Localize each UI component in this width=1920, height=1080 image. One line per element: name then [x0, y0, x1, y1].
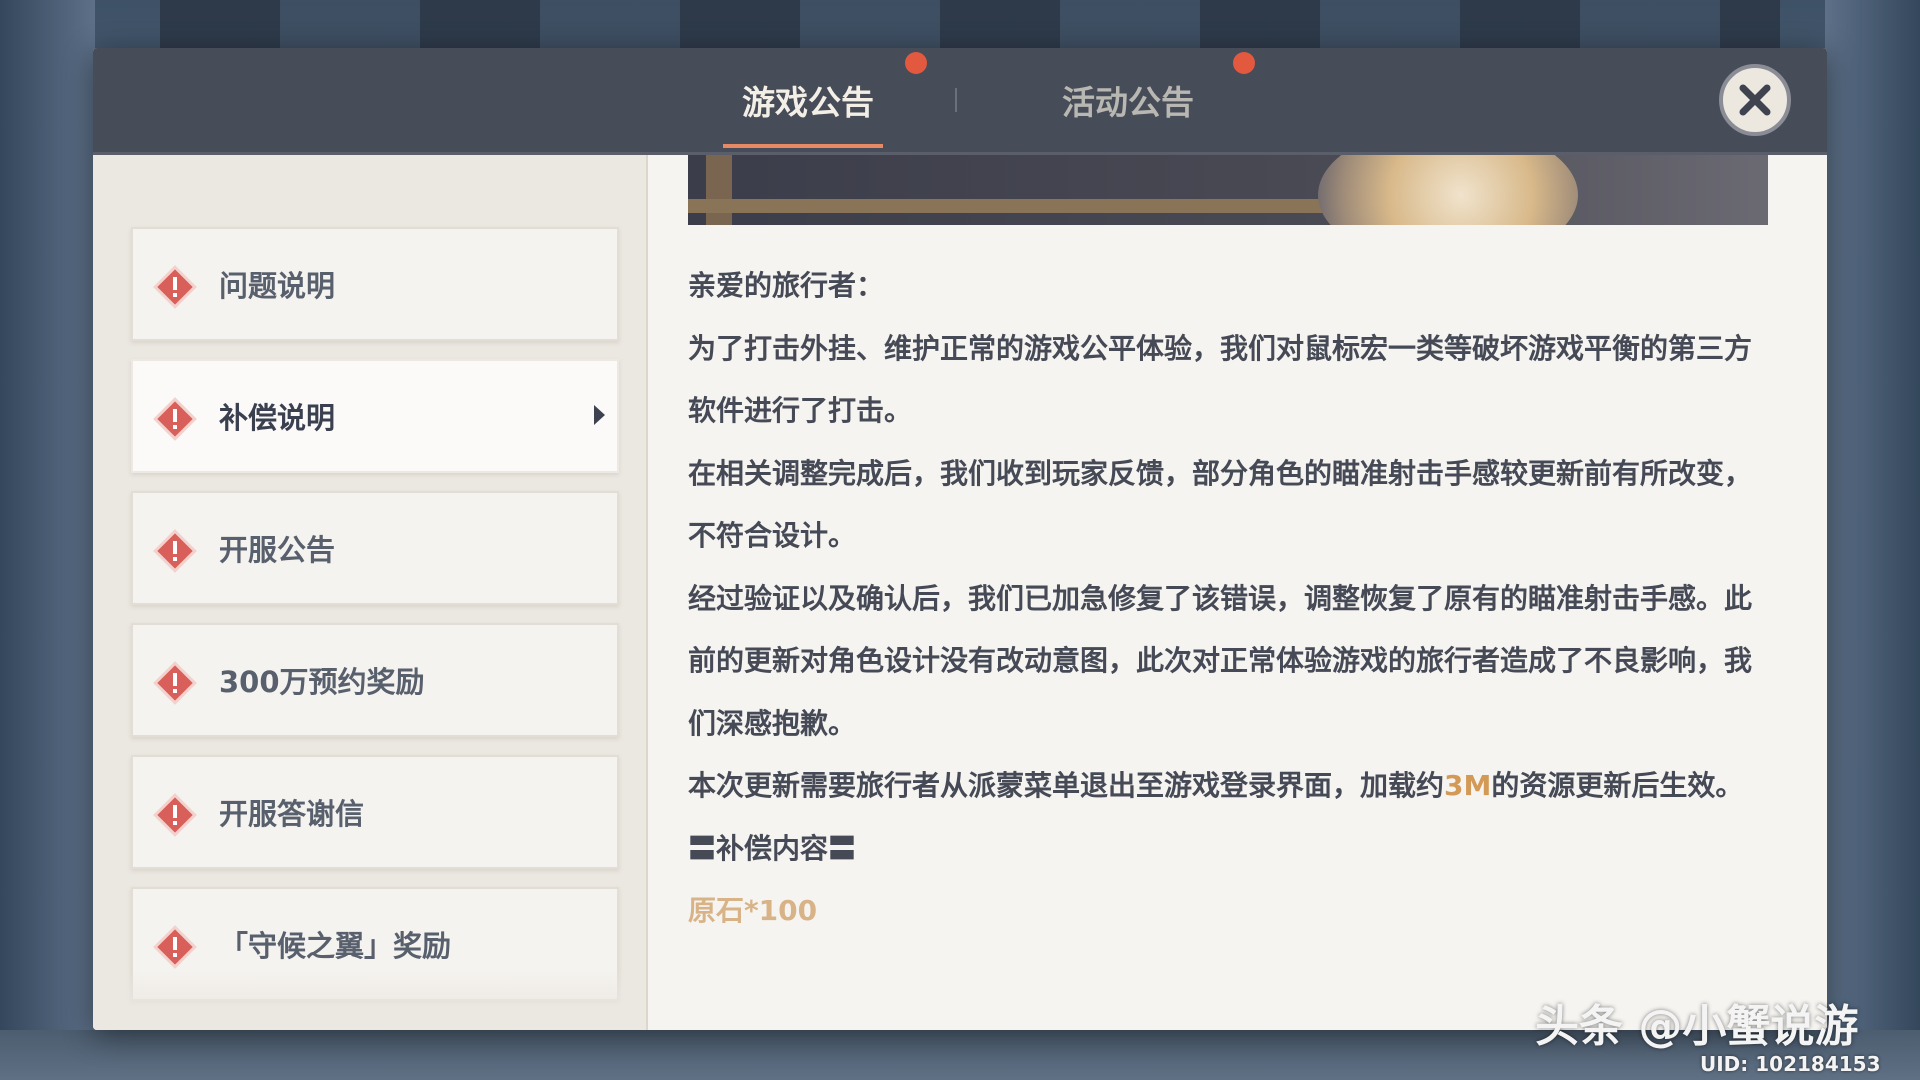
tab-game-label: 游戏公告 [742, 83, 874, 122]
warning-diamond-icon [153, 661, 197, 705]
paragraph-4-after: 的资源更新后生效。 [1491, 769, 1744, 802]
tab-game-announcements[interactable]: 游戏公告 [723, 48, 893, 152]
announcement-body: 亲爱的旅行者： 为了打击外挂、维护正常的游戏公平体验，我们对鼠标宏一类等破坏游戏… [688, 255, 1773, 943]
tab-divider [955, 88, 957, 112]
greeting-text: 亲爱的旅行者： [688, 269, 885, 302]
warning-diamond-icon [153, 793, 197, 837]
announcement-content[interactable]: 亲爱的旅行者： 为了打击外挂、维护正常的游戏公平体验，我们对鼠标宏一类等破坏游戏… [648, 155, 1827, 1030]
sidebar-item-thank-you-letter[interactable]: 开服答谢信 [131, 755, 619, 869]
announcement-list: 问题说明 补偿说明 开服公告 300万预约奖励 开服答谢信 「守候之翼」奖励 [131, 227, 619, 1019]
background-wall-right [1825, 0, 1920, 1080]
sidebar-scroll-fade [93, 970, 646, 1030]
section-title: 〓补偿内容〓 [688, 831, 857, 865]
reward-item: 原石*100 [688, 894, 818, 927]
sidebar-item-preregister-rewards[interactable]: 300万预约奖励 [131, 623, 619, 737]
sidebar-item-server-launch[interactable]: 开服公告 [131, 491, 619, 605]
sidebar-item-label: 问题说明 [219, 269, 336, 303]
paragraph-4-before: 本次更新需要旅行者从派蒙菜单退出至游戏登录界面，加载约 [688, 769, 1445, 802]
tab-active-underline [723, 144, 883, 148]
sidebar-item-label: 补偿说明 [219, 401, 336, 435]
paragraph-3: 经过验证以及确认后，我们已加急修复了该错误，调整恢复了原有的瞄准射击手感。此前的… [688, 581, 1753, 740]
sidebar-item-label: 开服公告 [219, 533, 336, 567]
banner-rail [688, 199, 1368, 213]
banner-post [706, 155, 732, 225]
warning-diamond-icon [153, 397, 197, 441]
announcement-sidebar: 问题说明 补偿说明 开服公告 300万预约奖励 开服答谢信 「守候之翼」奖励 [93, 155, 648, 1030]
announcement-banner-image [688, 155, 1768, 225]
background-wall-left [0, 0, 95, 1080]
tab-event-label: 活动公告 [1062, 83, 1194, 122]
download-size-highlight: 3M [1444, 769, 1492, 802]
banner-artwork [1318, 155, 1578, 225]
watermark-text: 头条 @小蟹说游 [1535, 1001, 1859, 1052]
paragraph-2: 在相关调整完成后，我们收到玩家反馈，部分角色的瞄准射击手感较更新前有所改变，不符… [688, 456, 1753, 553]
background-ornament [160, 0, 1780, 50]
close-icon [1739, 84, 1771, 116]
paragraph-1: 为了打击外挂、维护正常的游戏公平体验，我们对鼠标宏一类等破坏游戏平衡的第三方软件… [688, 331, 1753, 428]
warning-diamond-icon [153, 925, 197, 969]
sidebar-item-compensation-notes[interactable]: 补偿说明 [131, 359, 619, 473]
tab-event-notification-dot [1233, 52, 1255, 74]
caret-right-icon [594, 405, 605, 425]
sidebar-item-label: 开服答谢信 [219, 797, 365, 831]
dialog-header: 游戏公告 活动公告 [93, 48, 1827, 155]
announcement-dialog: 游戏公告 活动公告 问题说明 补偿说明 开服公告 300万预约奖励 开服答谢信 … [93, 48, 1827, 1030]
tab-game-notification-dot [905, 52, 927, 74]
sidebar-item-label: 300万预约奖励 [219, 665, 425, 699]
warning-diamond-icon [153, 265, 197, 309]
tab-event-announcements[interactable]: 活动公告 [1043, 48, 1213, 152]
close-button[interactable] [1719, 64, 1791, 136]
sidebar-item-issue-notes[interactable]: 问题说明 [131, 227, 619, 341]
player-uid: UID: 102184153 [1700, 1052, 1881, 1076]
paragraph-4: 本次更新需要旅行者从派蒙菜单退出至游戏登录界面，加载约3M的资源更新后生效。 [688, 755, 1773, 818]
warning-diamond-icon [153, 529, 197, 573]
